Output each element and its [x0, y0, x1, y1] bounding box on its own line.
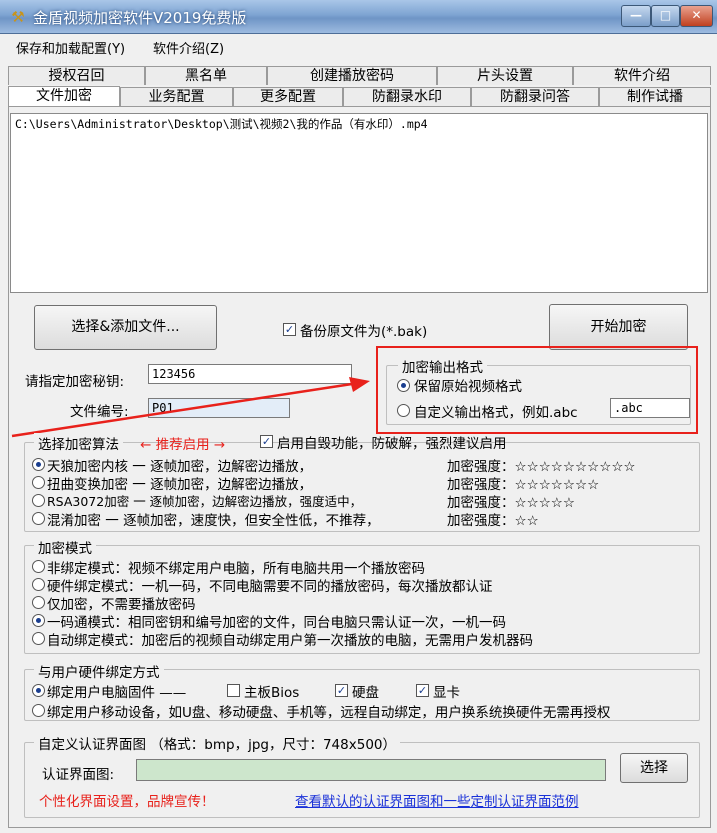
algo-label-rsa: RSA3072加密 一 逐帧加密，边解密边播放，强度适中， [47, 494, 363, 509]
gpu-checkbox[interactable]: ✓ [416, 684, 429, 697]
algo-label-tianlang: 天狼加密内核 一 逐帧加密，边解密边播放， [47, 459, 313, 475]
algorithm-title: 选择加密算法 [34, 433, 123, 453]
self-destruct-checkbox[interactable]: ✓ [260, 435, 273, 448]
algo-strength-twist: 加密强度：☆☆☆☆☆☆☆ [447, 477, 600, 493]
algo-label-twist: 扭曲变换加密 一 逐帧加密，边解密边播放， [47, 477, 313, 493]
custom-format-input[interactable]: .abc [610, 398, 690, 418]
self-destruct-label: 启用自毁功能，防破解，强烈建议启用 [277, 436, 507, 452]
disk-label: 硬盘 [352, 685, 379, 701]
mode-title: 加密模式 [34, 537, 96, 557]
mode-radio-hardware[interactable] [32, 578, 45, 591]
auth-image-label: 认证界面图: [42, 767, 115, 783]
mode-radio-auto-bind[interactable] [32, 632, 45, 645]
bind-mobile-label: 绑定用户移动设备，如U盘、移动硬盘、手机等，远程自动绑定，用户换系统换硬件无需再… [47, 705, 611, 721]
algo-radio-rsa[interactable] [32, 494, 45, 507]
custom-ui-title: 自定义认证界面图 （格式：bmp，jpg，尺寸：748x500） [34, 733, 400, 753]
keep-format-radio[interactable] [397, 379, 410, 392]
mode-radio-encrypt-only[interactable] [32, 596, 45, 609]
custom-format-label: 自定义输出格式，例如.abc [414, 405, 578, 421]
algo-radio-tianlang[interactable] [32, 458, 45, 471]
mode-label-one-code: 一码通模式：相同密钥和编号加密的文件，同台电脑只需认证一次，一机一码 [47, 615, 506, 631]
algo-radio-twist[interactable] [32, 476, 45, 489]
algo-strength-tianlang: 加密强度：☆☆☆☆☆☆☆☆☆☆ [447, 459, 636, 475]
mode-label-encrypt-only: 仅加密，不需要播放密码 [47, 597, 196, 613]
bind-firmware-radio[interactable] [32, 684, 45, 697]
mode-radio-one-code[interactable] [32, 614, 45, 627]
bind-firmware-label: 绑定用户电脑固件 —— [47, 685, 187, 701]
recommend-label: ← 推荐启用 → [140, 437, 226, 453]
custom-format-radio[interactable] [397, 404, 410, 417]
mode-label-auto-bind: 自动绑定模式：加密后的视频自动绑定用户第一次播放的电脑，无需用户发机器码 [47, 633, 533, 649]
auth-image-input[interactable] [136, 759, 606, 781]
bind-mobile-radio[interactable] [32, 704, 45, 717]
bios-label: 主板Bios [244, 685, 300, 701]
mode-label-hardware: 硬件绑定模式：一机一码，不同电脑需要不同的播放密码，每次播放都认证 [47, 579, 493, 595]
algo-radio-obfuscate[interactable] [32, 512, 45, 525]
mode-label-unbound: 非绑定模式：视频不绑定用户电脑，所有电脑共用一个播放密码 [47, 561, 425, 577]
disk-checkbox[interactable]: ✓ [335, 684, 348, 697]
select-image-button[interactable]: 选择 [620, 753, 688, 783]
output-format-title: 加密输出格式 [398, 356, 487, 376]
example-link[interactable]: 查看默认的认证界面图和一些定制认证界面范例 [295, 790, 579, 810]
binding-title: 与用户硬件绑定方式 [34, 661, 164, 681]
bios-checkbox[interactable] [227, 684, 240, 697]
algo-strength-obfuscate: 加密强度：☆☆ [447, 513, 539, 529]
gpu-label: 显卡 [433, 685, 460, 701]
algo-label-obfuscate: 混淆加密 一 逐帧加密，速度快，但安全性低，不推荐， [47, 513, 380, 529]
promo-text: 个性化界面设置，品牌宣传！ [39, 794, 215, 810]
mode-radio-unbound[interactable] [32, 560, 45, 573]
algo-strength-rsa: 加密强度：☆☆☆☆☆ [447, 495, 576, 511]
keep-format-label: 保留原始视频格式 [414, 379, 522, 395]
